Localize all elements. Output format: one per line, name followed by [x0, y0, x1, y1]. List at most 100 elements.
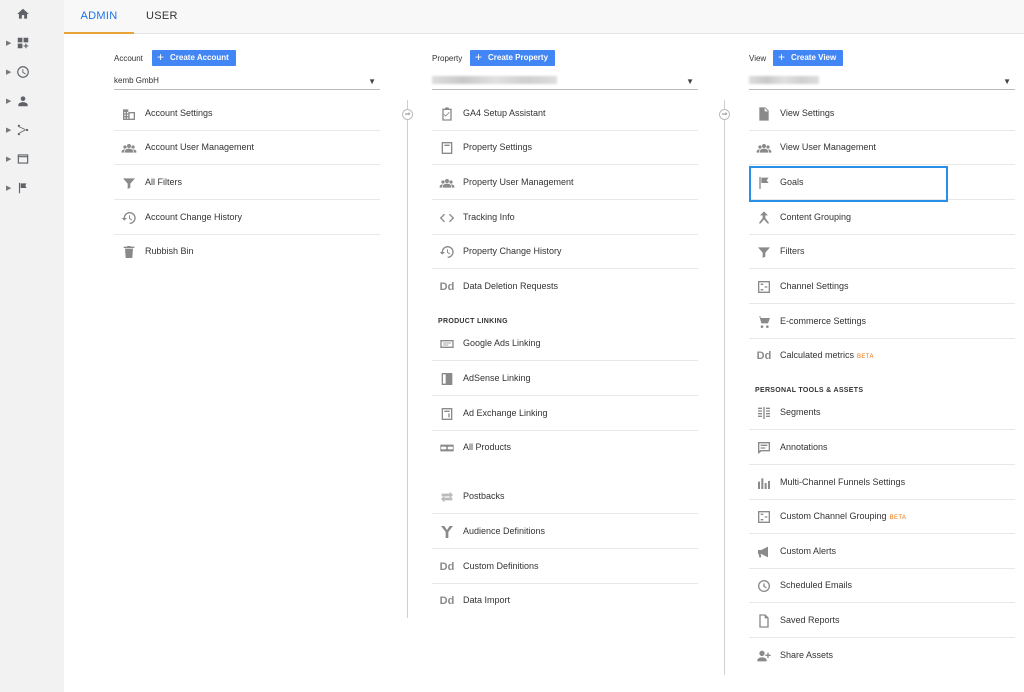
create-property-label: Create Property — [488, 53, 549, 62]
property-change-history-item[interactable]: Property Change History — [432, 235, 698, 269]
ga4-setup-assistant-label: GA4 Setup Assistant — [463, 108, 546, 118]
audience-definitions-item[interactable]: Audience Definitions — [432, 515, 698, 549]
filters-item[interactable]: Filters — [749, 235, 1015, 269]
tracking-info-item[interactable]: Tracking Info — [432, 201, 698, 235]
view-user-management-item[interactable]: View User Management — [749, 131, 1015, 165]
share-assets-item[interactable]: Share Assets — [749, 639, 1015, 673]
nav-home[interactable] — [0, 2, 64, 26]
nav-realtime[interactable]: ▶ — [0, 60, 64, 84]
custom-alerts-label: Custom Alerts — [780, 546, 837, 556]
nav-behaviour[interactable]: ▶ — [0, 147, 64, 171]
account-user-management-item[interactable]: Account User Management — [114, 131, 380, 165]
account-selector[interactable]: kemb GmbH ▼ — [114, 74, 380, 90]
custom-channel-grouping-item[interactable]: Custom Channel Grouping BETA — [749, 500, 1015, 534]
rubbish-bin-label: Rubbish Bin — [145, 246, 194, 256]
left-nav: ▶ ▶ ▶ ▶ ▶ ▶ — [0, 0, 64, 692]
plus-icon: + — [778, 50, 786, 64]
account-change-history-label: Account Change History — [145, 212, 243, 222]
scheduled-emails-label: Scheduled Emails — [780, 580, 853, 590]
all-products-item[interactable]: All Products — [432, 431, 698, 465]
home-icon — [16, 7, 30, 21]
property-user-management-label: Property User Management — [463, 177, 574, 187]
account-label: Account — [114, 54, 143, 63]
megaphone-icon — [755, 544, 773, 560]
all-filters-label: All Filters — [145, 177, 183, 187]
nav-audience[interactable]: ▶ — [0, 89, 64, 113]
custom-definitions-item[interactable]: Dd Custom Definitions — [432, 550, 698, 584]
property-selector[interactable]: ▼ — [432, 74, 698, 90]
ga4-setup-assistant-item[interactable]: GA4 Setup Assistant — [432, 97, 698, 131]
expand-caret-icon: ▶ — [6, 185, 12, 192]
personal-tools-heading: PERSONAL TOOLS & ASSETS — [755, 387, 864, 394]
data-import-item[interactable]: Dd Data Import — [432, 584, 698, 618]
scheduled-emails-item[interactable]: Scheduled Emails — [749, 569, 1015, 603]
tab-user[interactable]: USER — [146, 0, 178, 34]
expand-caret-icon: ▶ — [6, 40, 12, 47]
dropdown-arrow-icon: ▼ — [1003, 77, 1011, 86]
dashboard-icon — [16, 36, 30, 50]
content-grouping-item[interactable]: Content Grouping — [749, 201, 1015, 235]
channel-settings-item[interactable]: Channel Settings — [749, 270, 1015, 304]
property-user-management-item[interactable]: Property User Management — [432, 166, 698, 200]
plus-icon: + — [475, 50, 483, 64]
custom-definitions-label: Custom Definitions — [463, 561, 539, 571]
nav-acquisition[interactable]: ▶ — [0, 118, 64, 142]
view-settings-item[interactable]: View Settings — [749, 97, 1015, 131]
nav-customisation[interactable]: ▶ — [0, 31, 64, 55]
calculated-metrics-text: Calculated metrics — [780, 350, 855, 360]
postbacks-item[interactable]: Postbacks — [432, 480, 698, 514]
link-icon — [438, 440, 456, 456]
annotations-item[interactable]: Annotations — [749, 431, 1015, 465]
acquisition-icon — [16, 123, 30, 137]
product-linking-heading: PRODUCT LINKING — [438, 318, 508, 325]
create-property-button[interactable]: + Create Property — [470, 50, 556, 66]
column-divider — [407, 100, 408, 618]
custom-channel-grouping-text: Custom Channel Grouping — [780, 511, 887, 521]
account-settings-item[interactable]: Account Settings — [114, 97, 380, 131]
channel-icon — [755, 279, 773, 295]
filter-icon — [755, 244, 773, 260]
dropdown-arrow-icon: ▼ — [686, 77, 694, 86]
rubbish-bin-item[interactable]: Rubbish Bin — [114, 235, 380, 269]
create-view-label: Create View — [791, 53, 837, 62]
column-connector-icon: ⇒ — [402, 109, 413, 120]
expand-caret-icon: ▶ — [6, 69, 12, 76]
saved-reports-item[interactable]: Saved Reports — [749, 604, 1015, 638]
property-settings-item[interactable]: Property Settings — [432, 131, 698, 165]
building-icon — [120, 106, 138, 122]
saved-reports-label: Saved Reports — [780, 615, 840, 625]
create-account-button[interactable]: + Create Account — [152, 50, 236, 66]
nav-conversions[interactable]: ▶ — [0, 176, 64, 200]
annotations-label: Annotations — [780, 442, 828, 452]
all-products-label: All Products — [463, 442, 512, 452]
goals-highlight-box — [749, 166, 948, 202]
ad-exchange-linking-item[interactable]: Ad Exchange Linking — [432, 397, 698, 431]
multi-channel-funnels-settings-item[interactable]: Multi-Channel Funnels Settings — [749, 466, 1015, 500]
audience-definitions-label: Audience Definitions — [463, 526, 546, 536]
data-deletion-requests-item[interactable]: Dd Data Deletion Requests — [432, 270, 698, 304]
view-selected-value-blurred — [749, 76, 819, 84]
tab-admin[interactable]: ADMIN — [64, 0, 134, 34]
adsense-linking-item[interactable]: AdSense Linking — [432, 362, 698, 396]
calculated-metrics-item[interactable]: Dd Calculated metrics BETA — [749, 339, 1015, 373]
create-view-button[interactable]: + Create View — [773, 50, 844, 66]
all-filters-item[interactable]: All Filters — [114, 166, 380, 200]
view-selector[interactable]: ▼ — [749, 74, 1015, 90]
custom-alerts-item[interactable]: Custom Alerts — [749, 535, 1015, 569]
google-ads-linking-item[interactable]: Google Ads Linking — [432, 327, 698, 361]
cart-icon — [755, 314, 773, 330]
create-account-label: Create Account — [170, 53, 229, 62]
expand-caret-icon: ▶ — [6, 98, 12, 105]
saved-report-icon — [755, 613, 773, 629]
segments-item[interactable]: Segments — [749, 396, 1015, 430]
column-divider — [724, 100, 725, 675]
adexchange-icon — [438, 406, 456, 422]
ecommerce-settings-item[interactable]: E-commerce Settings — [749, 305, 1015, 339]
ads-icon — [438, 336, 456, 352]
postbacks-label: Postbacks — [463, 491, 505, 501]
account-change-history-item[interactable]: Account Change History — [114, 201, 380, 235]
clock-icon — [16, 65, 30, 79]
bars-icon — [755, 475, 773, 491]
grouping-icon — [755, 210, 773, 226]
adsense-linking-label: AdSense Linking — [463, 373, 531, 383]
